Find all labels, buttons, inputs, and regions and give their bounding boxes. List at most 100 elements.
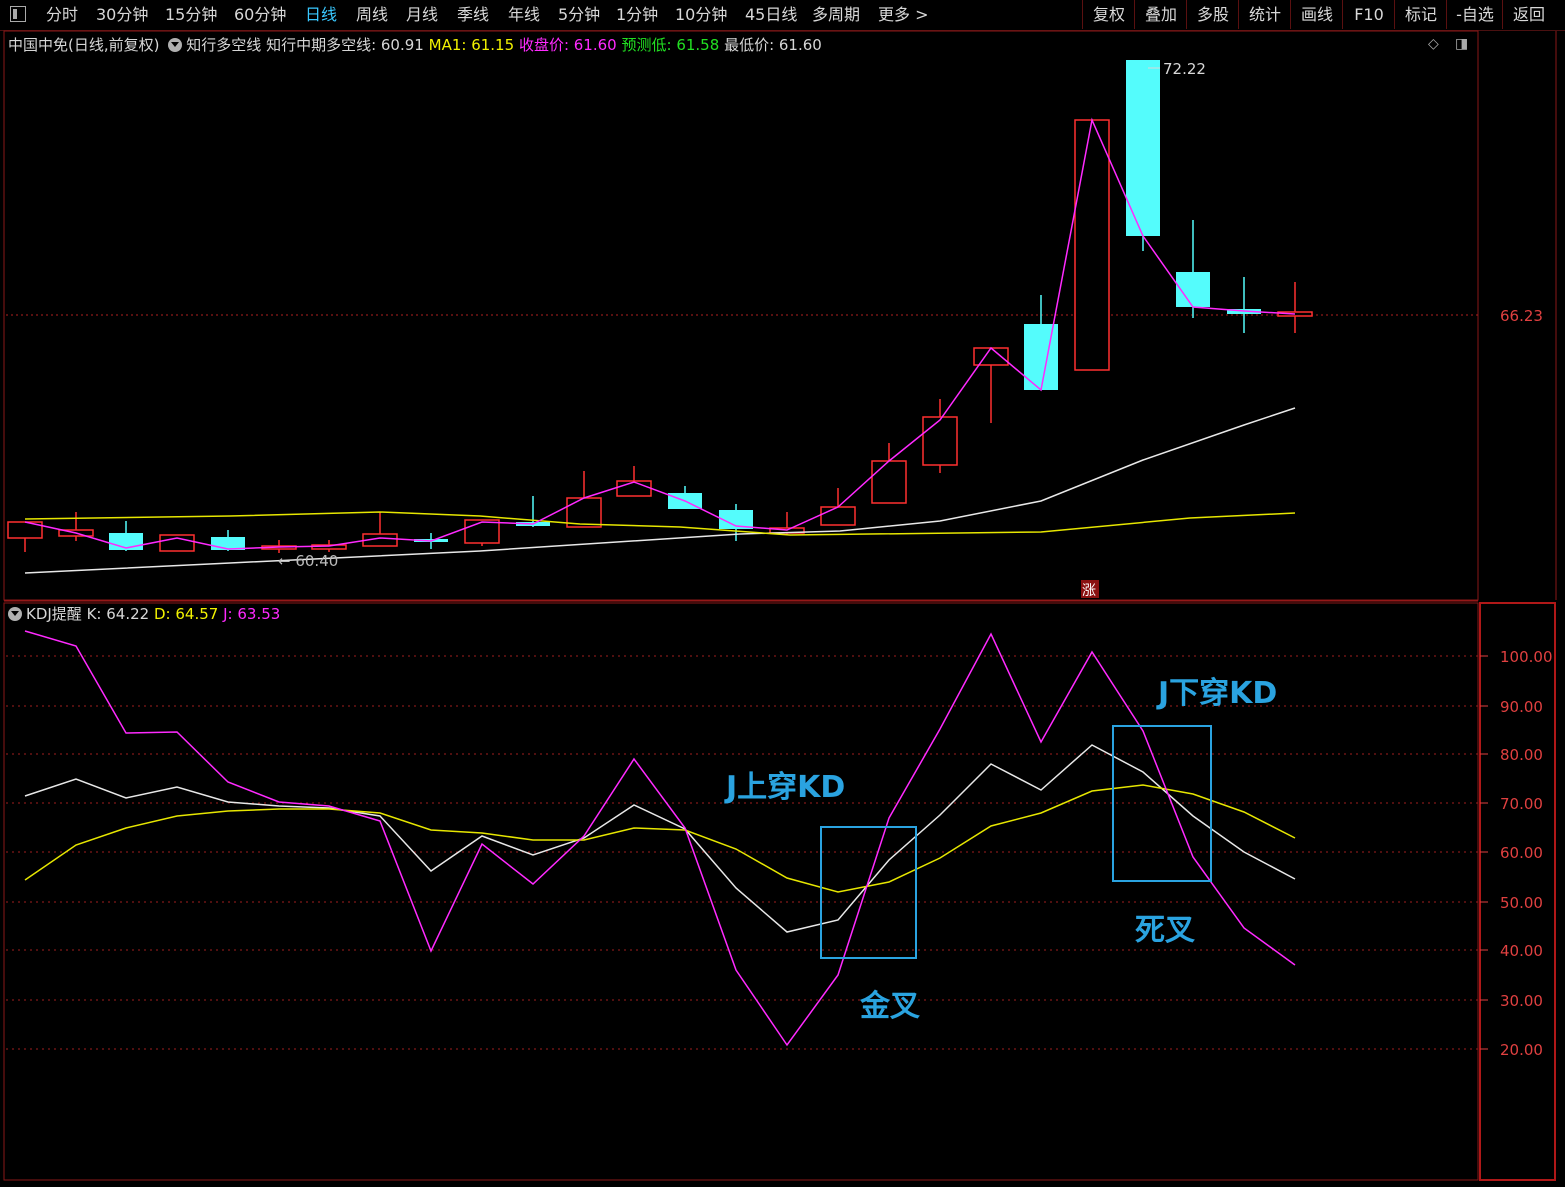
low-marker: ← 60.40 — [278, 552, 338, 570]
tool-button-7[interactable]: -自选 — [1446, 0, 1503, 29]
candle-body — [159, 534, 195, 552]
line1-value: 60.91 — [380, 36, 424, 54]
period-tab-14[interactable]: 更多 > — [878, 3, 929, 27]
mid-term-line — [24, 511, 1296, 536]
stock-title: 中国中免(日线,前复权) — [8, 36, 160, 54]
candle-body — [1277, 311, 1313, 317]
candle-body — [261, 545, 297, 550]
candle-body — [516, 522, 550, 526]
candle-body — [1074, 119, 1110, 371]
period-tab-9[interactable]: 5分钟 — [558, 3, 600, 27]
k-label: K: — [86, 605, 107, 623]
candle-body — [211, 537, 245, 550]
candle-body — [719, 510, 753, 529]
pred-value: 61.58 — [676, 36, 720, 54]
pred-label: 预测低: — [621, 36, 677, 54]
candle-body — [464, 519, 500, 544]
kdj-axis-label: 100.00 — [1500, 648, 1553, 666]
kdj-title[interactable]: KDJ提醒 — [26, 605, 82, 623]
tool-button-2[interactable]: 多股 — [1186, 0, 1239, 29]
indicator-name[interactable]: 知行多空线 — [186, 36, 261, 54]
candle-body — [871, 460, 907, 504]
candle-body — [362, 533, 398, 547]
diamond-icon[interactable]: ◇ — [1428, 36, 1439, 54]
period-tab-11[interactable]: 10分钟 — [675, 3, 727, 27]
main-panel-frame — [3, 30, 1479, 601]
kdj-axis-label: 30.00 — [1500, 992, 1543, 1010]
stock-chart: 66.23 72.22 ← 60.40 涨 100.00 90.00 80.00 70… — [3, 30, 1557, 1181]
candle-body — [7, 521, 43, 539]
candle-body — [1176, 272, 1210, 307]
window-icon[interactable]: ◨ — [1455, 36, 1468, 54]
dropdown-icon[interactable] — [168, 38, 183, 52]
panel-toggle-icon[interactable] — [10, 6, 26, 22]
tool-button-0[interactable]: 复权 — [1082, 0, 1135, 29]
kdj-axis-label: 90.00 — [1500, 698, 1543, 716]
d-line — [24, 784, 1296, 893]
candle-body — [109, 533, 143, 550]
low-label: 最低价: — [724, 36, 779, 54]
kdj-info: KDJ提醒 K: 64.22 D: 64.57 J: 63.53 — [8, 603, 280, 625]
kdj-axis-label: 50.00 — [1500, 894, 1543, 912]
main-chart-info: 中国中免(日线,前复权) 知行多空线 知行中期多空线: 60.91 MA1: 6… — [8, 34, 822, 56]
period-tab-1[interactable]: 30分钟 — [96, 3, 148, 27]
candle-body — [616, 480, 652, 497]
golden-cross-label: 金叉 — [860, 989, 920, 1024]
candle-body — [769, 527, 805, 534]
low-value: 61.60 — [778, 36, 822, 54]
candle-body — [311, 544, 347, 550]
period-tab-2[interactable]: 15分钟 — [165, 3, 217, 27]
period-tab-13[interactable]: 多周期 — [812, 3, 860, 27]
dead-cross-title: J下穿KD — [1158, 676, 1278, 711]
kdj-axis-frame — [1479, 602, 1556, 1181]
kdj-axis-label: 80.00 — [1500, 746, 1543, 764]
dead-cross-box — [1112, 725, 1212, 882]
candle-body — [58, 529, 94, 537]
tool-button-3[interactable]: 统计 — [1238, 0, 1291, 29]
tool-button-5[interactable]: F10 — [1342, 0, 1395, 29]
kdj-axis-label: 40.00 — [1500, 942, 1543, 960]
candle-body — [922, 416, 958, 466]
candle-body — [566, 497, 602, 528]
price-tag: 66.23 — [1500, 307, 1543, 325]
j-value: 63.53 — [237, 605, 281, 623]
close-label: 收盘价: — [518, 36, 574, 54]
dropdown-icon[interactable] — [8, 607, 22, 621]
period-tab-3[interactable]: 60分钟 — [234, 3, 286, 27]
ma1-label: MA1: — [428, 36, 472, 54]
period-tab-7[interactable]: 季线 — [457, 3, 489, 27]
tool-button-6[interactable]: 标记 — [1394, 0, 1447, 29]
zhang-badge — [1081, 580, 1099, 598]
period-tab-10[interactable]: 1分钟 — [616, 3, 658, 27]
ma1-value: 61.15 — [471, 36, 515, 54]
period-tab-6[interactable]: 月线 — [406, 3, 438, 27]
candle-body — [1126, 60, 1160, 236]
zhang-mark: 涨 — [1082, 583, 1096, 599]
d-label: D: — [154, 605, 176, 623]
tool-button-4[interactable]: 画线 — [1290, 0, 1343, 29]
long-term-line — [24, 407, 1296, 574]
candle-body — [668, 493, 702, 509]
candle-body — [820, 506, 856, 526]
period-tab-4[interactable]: 日线 — [305, 3, 337, 27]
close-value: 61.60 — [573, 36, 617, 54]
kdj-axis-label: 60.00 — [1500, 844, 1543, 862]
dead-cross-label: 死叉 — [1135, 913, 1195, 948]
period-tab-5[interactable]: 周线 — [356, 3, 388, 27]
period-tab-12[interactable]: 45日线 — [745, 3, 797, 27]
candle-body — [1227, 309, 1261, 314]
candle-body — [414, 539, 448, 542]
tool-button-8[interactable]: 返回 — [1502, 0, 1555, 29]
high-marker: 72.22 — [1163, 60, 1206, 78]
tool-button-1[interactable]: 叠加 — [1134, 0, 1187, 29]
period-tab-0[interactable]: 分时 — [46, 3, 78, 27]
line1-label: 知行中期多空线: — [266, 36, 381, 54]
k-line — [24, 744, 1296, 933]
j-line — [24, 630, 1296, 1047]
golden-cross-box — [820, 826, 917, 959]
candle-body — [973, 347, 1009, 366]
kdj-grid: 100.00 90.00 80.00 70.00 60.00 50.00 40.00 30.0… — [6, 648, 1553, 1059]
kdj-axis-label: 20.00 — [1500, 1041, 1543, 1059]
d-value: 64.57 — [175, 605, 219, 623]
period-tab-8[interactable]: 年线 — [508, 3, 540, 27]
